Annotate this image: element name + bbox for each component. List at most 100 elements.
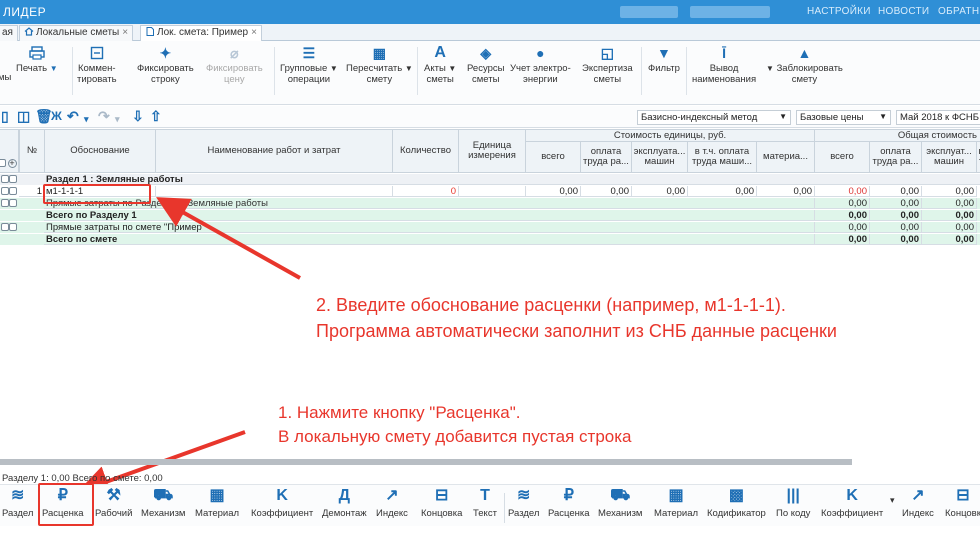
close-icon[interactable]: × [122, 27, 128, 38]
ribbon-label: Печать [16, 63, 48, 74]
tab-local-estimates[interactable]: Локальные сметы × [19, 25, 134, 41]
row-number: 1 [19, 186, 45, 197]
reference-ending-button[interactable]: ⊟ Концовк [945, 488, 980, 520]
chevron-down-icon: ▼ [879, 112, 887, 121]
tab-home[interactable]: ая [0, 25, 18, 41]
insert-dismantling-button[interactable]: Д Демонтаж [322, 487, 367, 520]
insert-text-button[interactable]: T Текст [473, 488, 497, 520]
chart-icon: ↗ [911, 487, 925, 504]
chevron-down-icon[interactable]: ▼ [405, 64, 413, 73]
reference-machine-button[interactable]: ⛟ Механизм [598, 488, 643, 520]
table-row-section-total[interactable]: Всего по Разделу 1 0,00 0,00 0,00 [0, 210, 980, 221]
reference-index-button[interactable]: ↗ Индекс [902, 487, 934, 520]
chevron-down-icon[interactable]: ▼ [330, 64, 338, 73]
ribbon-label: Ресурсы [467, 63, 505, 74]
work-name-cell[interactable] [155, 186, 393, 197]
reference-material-button[interactable]: ▦ Материал [654, 488, 698, 520]
move-down-icon[interactable]: ⇩ [132, 109, 144, 123]
show-name-button[interactable]: Ī Вывод наименования [692, 46, 756, 85]
qty-cell[interactable]: 0 [392, 186, 459, 197]
undo-icon[interactable]: ↶ [67, 109, 79, 123]
ribbon-separator [72, 47, 73, 95]
electricity-button[interactable]: ● Учет электро-энергии [510, 46, 571, 85]
ribbon-separator [641, 47, 642, 95]
copy-icon[interactable]: ◫ [17, 109, 30, 123]
header-total-total: всего [814, 141, 870, 173]
toolbar-separator [504, 493, 505, 523]
header-total-machines: эксплуат... машин [921, 141, 977, 173]
chevron-down-icon[interactable]: ▾ [115, 112, 120, 126]
filter-icon: ▼ [657, 45, 671, 61]
index-select[interactable]: Май 2018 к ФСНБ [896, 110, 980, 125]
unit-total-cell: 0,00 [525, 186, 581, 197]
ribbon-separator [274, 47, 275, 95]
unit-cell[interactable] [458, 186, 526, 197]
chevron-down-icon[interactable]: ▼ [50, 64, 58, 73]
insert-worker-button[interactable]: ⚒ Рабочий [95, 488, 132, 520]
ribbon-cut-item[interactable]: мы [0, 72, 11, 83]
checkbox[interactable] [1, 199, 9, 207]
menu-settings[interactable]: НАСТРОЙКИ [807, 6, 871, 17]
menu-news[interactable]: НОВОСТИ [878, 6, 929, 17]
reference-coefficient-button[interactable]: K Коэффициент [821, 488, 883, 520]
cube-icon: ◈ [480, 45, 492, 61]
codifier-button[interactable]: ▩ Кодификатор [707, 487, 766, 520]
acts-button[interactable]: A Акты ▼ сметы [424, 45, 456, 86]
table-row-estimate-total[interactable]: Всего по смете 0,00 0,00 0,00 [0, 234, 980, 245]
insert-machine-button[interactable]: ⛟ Механизм [141, 488, 185, 520]
splitter[interactable] [0, 459, 852, 465]
comment-button[interactable]: Коммен-тировать [77, 46, 117, 85]
checkbox[interactable] [9, 175, 17, 183]
insert-section-button[interactable]: ≋ Раздел [2, 488, 33, 520]
chevron-down-icon[interactable]: ▼ [766, 64, 774, 73]
lock-estimate-button[interactable]: ▲ ▼ Заблокировать смету [766, 46, 843, 85]
ribbon-label: Фиксировать [206, 63, 263, 74]
insert-coefficient-button[interactable]: K Коэффициент [251, 487, 313, 520]
new-document-icon[interactable]: ▯ [1, 109, 9, 123]
print-button[interactable]: Печать ▼ [16, 46, 58, 74]
total-labor-cell: 0,00 [869, 198, 922, 209]
insert-index-button[interactable]: ↗ Индекс [376, 488, 408, 520]
checkbox[interactable] [9, 187, 17, 195]
move-up-icon[interactable]: ⇧ [150, 109, 162, 123]
checkbox[interactable] [1, 223, 9, 231]
prices-select[interactable]: Базовые цены ▼ [796, 110, 891, 125]
redo-icon[interactable]: ↷ [98, 109, 110, 123]
checkbox[interactable] [9, 223, 17, 231]
by-code-button[interactable]: ||| По коду [776, 488, 810, 520]
fix-row-button[interactable]: ✦ Фиксировать строку [137, 46, 194, 85]
reference-section-button[interactable]: ≋ Раздел [508, 488, 539, 520]
fix-price-button[interactable]: ⌀ Фиксировать цену [206, 46, 263, 85]
tab-estimate-example[interactable]: Лок. смета: Пример × [140, 25, 262, 41]
menu-feedback[interactable]: ОБРАТН [938, 6, 979, 17]
ribbon-label: смету [366, 74, 393, 85]
checkbox[interactable] [9, 199, 17, 207]
resources-button[interactable]: ◈ Ресурсы сметы [467, 46, 504, 85]
pin-icon: ✦ [159, 45, 172, 61]
insert-ending-button[interactable]: ⊟ Концовка [421, 488, 462, 520]
print-icon [29, 46, 45, 60]
close-icon[interactable]: × [251, 27, 257, 38]
reference-rate-button[interactable]: ₽ Расценка [548, 488, 590, 520]
bold-icon[interactable]: Ж [51, 109, 62, 123]
recalculate-button[interactable]: ▦ Пересчитать ▼ смету [346, 46, 413, 85]
method-select[interactable]: Базисно-индексный метод ▼ [637, 110, 791, 125]
checkbox[interactable] [0, 159, 6, 167]
codifier-icon: ▩ [728, 487, 744, 504]
header-checkbox-column: + [0, 129, 19, 173]
chevron-down-icon[interactable]: ▼ [448, 64, 456, 73]
group-operations-button[interactable]: ☰ Групповые ▼ операции [280, 46, 338, 85]
chevron-down-icon[interactable]: ▾ [890, 495, 895, 506]
letter-k-icon: K [276, 487, 288, 504]
insert-material-button[interactable]: ▦ Материал [195, 488, 239, 520]
checkbox[interactable] [1, 187, 9, 195]
letter-d-icon: Д [338, 487, 351, 504]
table-row-estimate-direct-costs[interactable]: Прямые затраты по смете "Пример" 0,00 0,… [0, 222, 980, 233]
ribbon: мы Печать ▼ Коммен-тировать ✦ Фиксироват… [0, 41, 980, 105]
button-label: Механизм [598, 508, 643, 519]
expand-all-icon[interactable]: + [7, 158, 17, 168]
chevron-down-icon[interactable]: ▾ [84, 112, 89, 126]
filter-button[interactable]: ▼ Фильтр [648, 46, 680, 74]
checkbox[interactable] [1, 175, 9, 183]
expertise-button[interactable]: ◱ Экспертиза сметы [582, 46, 633, 85]
